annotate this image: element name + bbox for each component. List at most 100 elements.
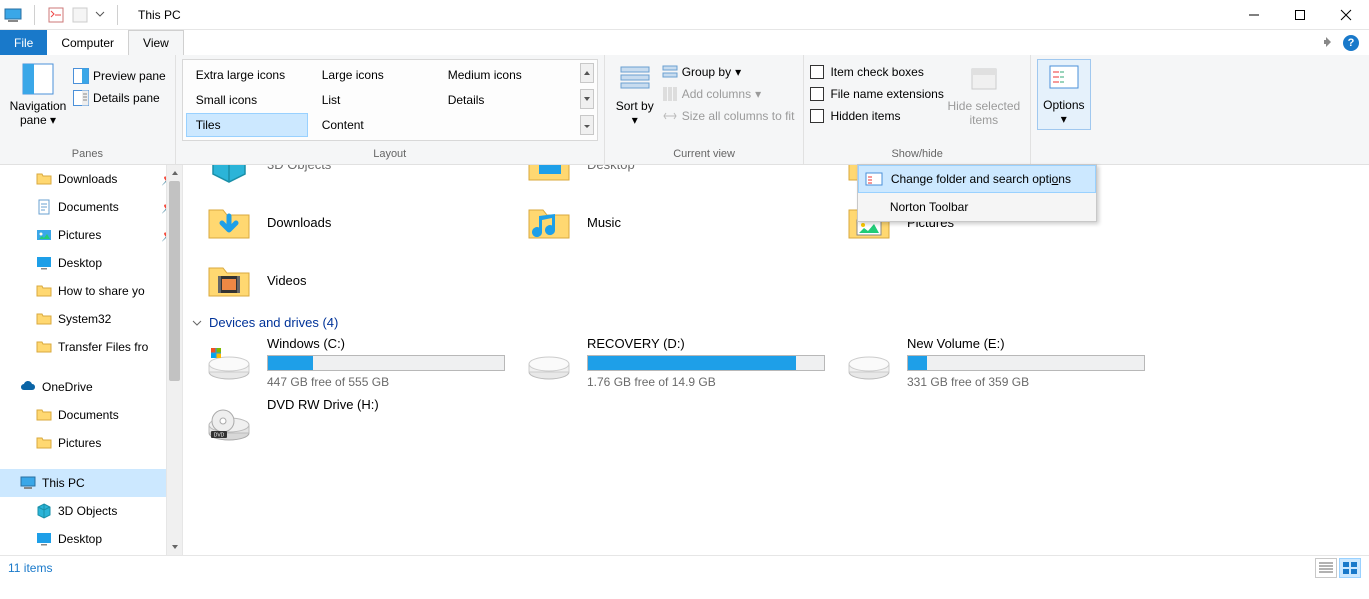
minimize-button[interactable] <box>1231 0 1277 30</box>
chevron-down-icon[interactable] <box>95 8 105 22</box>
help-button[interactable]: ? <box>1343 35 1359 51</box>
folder-downloads[interactable]: Downloads <box>187 193 507 251</box>
group-label-panes: Panes <box>6 146 169 162</box>
drive-dvd[interactable]: DVDDVD RW Drive (H:) <box>187 397 507 443</box>
layout-medium[interactable]: Medium icons <box>438 63 576 87</box>
nav-item-desktop[interactable]: Desktop <box>0 525 182 553</box>
tab-file[interactable]: File <box>0 30 47 55</box>
nav-item-pictures[interactable]: Pictures📌 <box>0 221 182 249</box>
layout-list[interactable]: List <box>312 88 434 112</box>
drive-windows-c-[interactable]: Windows (C:) 447 GB free of 555 GB <box>187 336 507 389</box>
chevron-down-icon <box>191 317 203 329</box>
group-label-current-view: Current view <box>611 146 798 162</box>
layout-details[interactable]: Details <box>438 88 576 112</box>
window-controls <box>1231 0 1369 30</box>
nav-item-this-pc[interactable]: This PC <box>0 469 182 497</box>
folder-desktop[interactable]: Desktop <box>507 165 827 193</box>
hide-selected-label: Hide selected items <box>946 99 1022 128</box>
tab-computer[interactable]: Computer <box>47 30 128 55</box>
music-icon <box>525 198 573 246</box>
scroll-down-icon[interactable] <box>167 539 182 555</box>
layout-scroll-down[interactable] <box>580 89 594 109</box>
drive-new-volume-e-[interactable]: New Volume (E:)331 GB free of 359 GB <box>827 336 1147 389</box>
group-by-button[interactable]: Group by ▾ <box>659 61 798 83</box>
menu-change-folder-options[interactable]: Change folder and search options <box>858 165 1096 193</box>
nav-item-onedrive[interactable]: OneDrive <box>0 373 182 401</box>
nav-item-label: Pictures <box>58 228 101 242</box>
item-check-boxes-label: Item check boxes <box>830 65 923 79</box>
nav-item-documents[interactable]: Documents📌 <box>0 193 182 221</box>
hidden-items-label: Hidden items <box>830 109 900 123</box>
size-columns-label: Size all columns to fit <box>682 109 795 123</box>
close-button[interactable] <box>1323 0 1369 30</box>
layout-content[interactable]: Content <box>312 113 434 137</box>
nav-item-how-to-share-yo[interactable]: How to share yo <box>0 277 182 305</box>
scroll-thumb[interactable] <box>169 181 180 381</box>
qat-dropdown[interactable] <box>71 6 89 24</box>
menu-norton-toolbar-label: Norton Toolbar <box>890 200 969 214</box>
layout-details-label: Details <box>448 93 485 107</box>
add-columns-label: Add columns <box>682 87 751 101</box>
folder-icon <box>36 407 52 423</box>
layout-more[interactable] <box>580 115 594 135</box>
folder-videos[interactable]: Videos <box>187 251 507 309</box>
nav-item-transfer-files-fro[interactable]: Transfer Files fro <box>0 333 182 361</box>
minimize-ribbon-icon[interactable] <box>1321 36 1335 50</box>
nav-item-3d-objects[interactable]: 3D Objects <box>0 497 182 525</box>
drive-free-text: 447 GB free of 555 GB <box>267 375 507 389</box>
nav-item-documents[interactable]: Documents <box>0 401 182 429</box>
nav-item-desktop[interactable]: Desktop <box>0 249 182 277</box>
drive-free-text: 1.76 GB free of 14.9 GB <box>587 375 827 389</box>
chevron-down-icon: ▾ <box>50 113 56 127</box>
scroll-up-icon[interactable] <box>167 165 182 181</box>
sort-by-label: Sort by <box>616 99 654 113</box>
hidden-items-toggle[interactable]: Hidden items <box>810 105 943 127</box>
folder-icon <box>36 171 52 187</box>
3d-icon <box>205 165 253 188</box>
menu-change-folder-options-label: Change folder and search options <box>891 172 1071 186</box>
layout-small-label: Small icons <box>196 93 257 107</box>
nav-item-downloads[interactable]: Downloads📌 <box>0 165 182 193</box>
preview-pane-button[interactable]: Preview pane <box>70 65 169 87</box>
details-view-button[interactable] <box>1315 558 1337 578</box>
maximize-button[interactable] <box>1277 0 1323 30</box>
options-button[interactable]: Options▾ <box>1037 59 1091 130</box>
nav-item-system32[interactable]: System32 <box>0 305 182 333</box>
layout-tiles-label: Tiles <box>196 118 221 132</box>
tiles-view-button[interactable] <box>1339 558 1361 578</box>
navigation-pane-button[interactable]: Navigation pane ▾ <box>6 59 70 132</box>
ribbon-group-panes: Navigation pane ▾ Preview pane Details p… <box>0 55 176 164</box>
nav-item-label: 3D Objects <box>58 504 117 518</box>
drive-recovery-d-[interactable]: RECOVERY (D:)1.76 GB free of 14.9 GB <box>507 336 827 389</box>
ribbon: Navigation pane ▾ Preview pane Details p… <box>0 55 1369 165</box>
item-check-boxes-toggle[interactable]: Item check boxes <box>810 61 943 83</box>
nav-item-label: How to share yo <box>58 284 145 298</box>
dvd-icon: DVD <box>205 403 253 443</box>
folder-music[interactable]: Music <box>507 193 827 251</box>
layout-scroll-up[interactable] <box>580 63 594 83</box>
size-columns-button: Size all columns to fit <box>659 105 798 127</box>
layout-large[interactable]: Large icons <box>312 63 434 87</box>
folder-icon <box>36 311 52 327</box>
preview-pane-icon <box>73 68 89 84</box>
sort-icon <box>619 63 651 95</box>
folder-label: 3D Objects <box>267 165 331 172</box>
nav-item-label: This PC <box>42 476 85 490</box>
layout-tiles[interactable]: Tiles <box>186 113 308 137</box>
properties-icon[interactable] <box>47 6 65 24</box>
layout-extra_large[interactable]: Extra large icons <box>186 63 308 87</box>
tab-view[interactable]: View <box>128 30 184 55</box>
nav-scrollbar[interactable] <box>166 165 182 555</box>
folder-3d-objects[interactable]: 3D Objects <box>187 165 507 193</box>
menu-norton-toolbar[interactable]: Norton Toolbar <box>858 193 1096 221</box>
title-bar: This PC <box>0 0 1369 30</box>
layout-small[interactable]: Small icons <box>186 88 308 112</box>
section-devices-header[interactable]: Devices and drives (4) <box>187 309 1369 336</box>
sort-by-button[interactable]: Sort by ▾ <box>611 59 659 132</box>
nav-item-label: Pictures <box>58 436 101 450</box>
drive-name: Windows (C:) <box>267 336 507 351</box>
status-bar: 11 items <box>0 555 1369 579</box>
details-pane-button[interactable]: Details pane <box>70 87 169 109</box>
file-name-extensions-toggle[interactable]: File name extensions <box>810 83 943 105</box>
nav-item-pictures[interactable]: Pictures <box>0 429 182 457</box>
